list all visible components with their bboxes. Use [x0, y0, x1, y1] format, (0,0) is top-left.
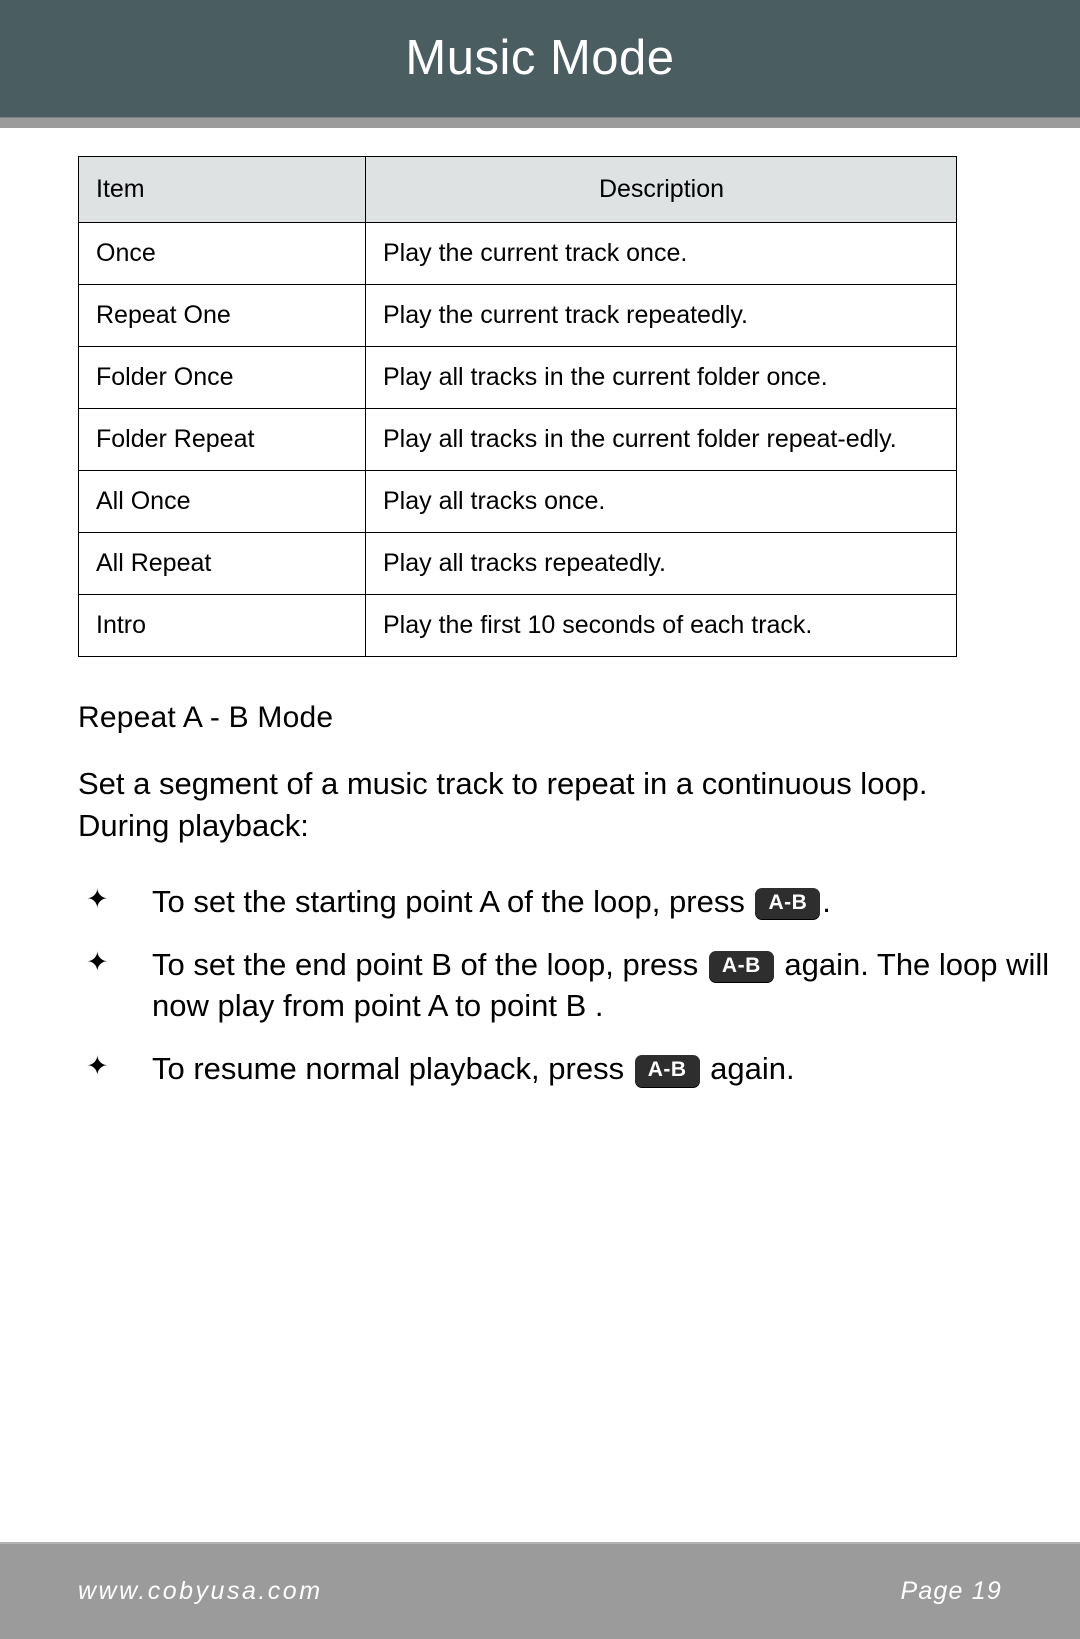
bullet-text-before: To set the starting point A of the loop,… — [152, 883, 754, 919]
cell-description: Play the first 10 seconds of each track. — [365, 594, 957, 657]
column-header-item: Item — [78, 156, 366, 223]
ab-key-badge: A-B — [634, 1055, 700, 1087]
cell-description: Play the current track repeatedly. — [365, 284, 957, 347]
cell-item: Intro — [78, 594, 366, 657]
star-bullet-icon: ✦ — [86, 883, 109, 914]
instruction-bullet-list: ✦ To set the starting point A of the loo… — [78, 881, 1049, 1090]
cell-item: Once — [78, 222, 366, 285]
table-body: Once Play the current track once. Repeat… — [78, 222, 957, 657]
cell-item: Folder Once — [78, 346, 366, 409]
cell-item: All Repeat — [78, 532, 366, 595]
list-item: ✦ To set the end point B of the loop, pr… — [78, 944, 1052, 1026]
cell-item: Folder Repeat — [78, 408, 366, 471]
page-footer: www.cobyusa.com Page 19 — [0, 1542, 1080, 1639]
table-row: All Repeat Play all tracks repeatedly. — [78, 532, 957, 595]
bullet-text-before: To resume normal playback, press — [152, 1051, 633, 1087]
table-row: Intro Play the first 10 seconds of each … — [78, 594, 957, 657]
section-heading-repeat-ab-mode: Repeat A - B Mode — [78, 701, 334, 734]
list-item: ✦ To resume normal playback, press A-B a… — [78, 1048, 1052, 1089]
header-divider-rule — [0, 117, 1080, 128]
section-intro-paragraph: Set a segment of a music track to repeat… — [78, 766, 928, 843]
cell-description: Play the current track once. — [365, 222, 957, 285]
cell-description: Play all tracks repeatedly. — [365, 532, 957, 595]
bullet-text-after: . — [822, 883, 831, 919]
page-title: Music Mode — [405, 31, 675, 85]
footer-page-number: Page 19 — [900, 1577, 1002, 1605]
cell-item: All Once — [78, 470, 366, 533]
cell-description: Play all tracks in the current folder on… — [365, 346, 957, 409]
list-item: ✦ To set the starting point A of the loo… — [78, 881, 1052, 922]
footer-website-url: www.cobyusa.com — [78, 1577, 323, 1605]
table-row: Folder Repeat Play all tracks in the cur… — [78, 408, 957, 471]
cell-item: Repeat One — [78, 284, 366, 347]
column-header-description: Description — [365, 156, 957, 223]
table-row: Repeat One Play the current track repeat… — [78, 284, 957, 347]
table-header: Item Description — [78, 156, 957, 223]
ab-key-badge: A-B — [708, 950, 774, 983]
star-bullet-icon: ✦ — [86, 946, 109, 977]
star-bullet-icon: ✦ — [86, 1051, 109, 1082]
table-row: Folder Once Play all tracks in the curre… — [78, 346, 957, 409]
page-content: Item Description Once Play the current t… — [0, 156, 1080, 1090]
table-row: All Once Play all tracks once. — [78, 470, 957, 533]
play-mode-table: Item Description Once Play the current t… — [78, 156, 957, 657]
page-header: Music Mode — [0, 0, 1080, 117]
bullet-text-before: To set the end point B of the loop, pres… — [152, 946, 707, 982]
ab-key-badge: A-B — [755, 887, 821, 919]
cell-description: Play all tracks once. — [365, 470, 957, 533]
bullet-text-after: again. — [701, 1051, 795, 1087]
table-row: Once Play the current track once. — [78, 222, 957, 285]
table-header-row: Item Description — [78, 156, 957, 223]
cell-description: Play all tracks in the current folder re… — [365, 408, 957, 471]
